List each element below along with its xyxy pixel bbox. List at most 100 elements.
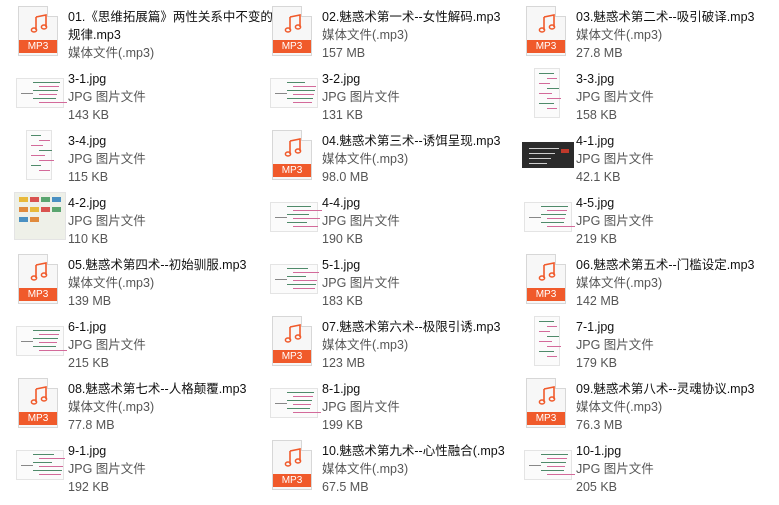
file-thumbnail — [268, 378, 321, 428]
mindmap-thumbnail — [270, 264, 319, 294]
file-thumbnail — [522, 68, 572, 118]
mp3-file-item[interactable]: MP3 08.魅惑术第七术--人格颠覆.mp3 媒体文件(.mp3) 77.8 MB — [14, 376, 268, 438]
file-thumbnail: MP3 — [522, 254, 572, 304]
jpg-file-item[interactable]: 3-2.jpg JPG 图片文件 131 KB — [268, 66, 522, 128]
file-thumbnail: MP3 — [14, 378, 64, 428]
file-size: 110 KB — [68, 232, 109, 246]
file-thumbnail — [522, 316, 572, 366]
file-type: JPG 图片文件 — [576, 214, 654, 228]
file-name: 05.魅惑术第四术--初始驯服.mp3 — [68, 258, 247, 272]
file-size: 142 MB — [576, 294, 620, 308]
file-name: 4-2.jpg — [68, 196, 107, 210]
music-note-icon — [538, 262, 556, 281]
file-thumbnail — [268, 192, 322, 242]
file-info: 09.魅惑术第八术--灵魂协议.mp3 媒体文件(.mp3) 76.3 MB — [576, 376, 755, 434]
jpg-file-item[interactable]: 10-1.jpg JPG 图片文件 205 KB — [522, 438, 776, 500]
jpg-file-item[interactable]: 4-1.jpg JPG 图片文件 42.1 KB — [522, 128, 776, 190]
music-note-icon — [284, 14, 302, 33]
file-name: 3-2.jpg — [322, 72, 361, 86]
music-note-icon — [30, 14, 48, 33]
mp3-badge: MP3 — [527, 40, 565, 53]
mp3-file-icon: MP3 — [272, 6, 312, 56]
jpg-file-item[interactable]: 5-1.jpg JPG 图片文件 183 KB — [268, 252, 522, 314]
file-info: 02.魅惑术第一术--女性解码.mp3 媒体文件(.mp3) 157 MB — [322, 4, 501, 62]
file-name: 03.魅惑术第二术--吸引破译.mp3 — [576, 10, 755, 24]
file-info: 5-1.jpg JPG 图片文件 183 KB — [322, 252, 400, 310]
jpg-file-item[interactable]: 7-1.jpg JPG 图片文件 179 KB — [522, 314, 776, 376]
file-info: 05.魅惑术第四术--初始驯服.mp3 媒体文件(.mp3) 139 MB — [68, 252, 247, 310]
mp3-file-item[interactable]: MP3 10.魅惑术第九术--心性融合(.mp3 媒体文件(.mp3) 67.5 MB — [268, 438, 522, 500]
file-type: JPG 图片文件 — [322, 90, 400, 104]
file-thumbnail — [268, 68, 318, 118]
mindmap-thumbnail — [270, 78, 318, 108]
file-type: 媒体文件(.mp3) — [322, 152, 409, 166]
file-info: 4-5.jpg JPG 图片文件 219 KB — [576, 190, 654, 248]
jpg-file-item[interactable]: 6-1.jpg JPG 图片文件 215 KB — [14, 314, 268, 376]
mp3-file-item[interactable]: MP3 02.魅惑术第一术--女性解码.mp3 媒体文件(.mp3) 157 MB — [268, 4, 522, 66]
mindmap-thumbnail — [534, 316, 561, 366]
file-info: 6-1.jpg JPG 图片文件 215 KB — [68, 314, 146, 372]
file-info: 01.《思维拓展篇》两性关系中不变的规律.mp3 媒体文件(.mp3) — [68, 4, 278, 62]
file-type: JPG 图片文件 — [322, 276, 400, 290]
music-note-icon — [538, 386, 556, 405]
file-type: 媒体文件(.mp3) — [68, 46, 155, 60]
file-info: 4-1.jpg JPG 图片文件 42.1 KB — [576, 128, 654, 186]
mp3-badge: MP3 — [273, 40, 311, 53]
file-name: 8-1.jpg — [322, 382, 361, 396]
file-type: 媒体文件(.mp3) — [322, 28, 409, 42]
file-type: JPG 图片文件 — [68, 152, 146, 166]
file-size: 77.8 MB — [68, 418, 115, 432]
mindmap-thumbnail — [26, 130, 54, 180]
file-type: 媒体文件(.mp3) — [322, 462, 409, 476]
file-size: 219 KB — [576, 232, 618, 246]
file-name: 04.魅惑术第三术--诱饵呈现.mp3 — [322, 134, 501, 148]
file-name: 09.魅惑术第八术--灵魂协议.mp3 — [576, 382, 755, 396]
file-size: 27.8 MB — [576, 46, 623, 60]
file-info: 4-4.jpg JPG 图片文件 190 KB — [322, 190, 400, 248]
file-type: 媒体文件(.mp3) — [576, 276, 663, 290]
jpg-file-item[interactable]: 9-1.jpg JPG 图片文件 192 KB — [14, 438, 268, 500]
file-type: JPG 图片文件 — [576, 338, 654, 352]
file-info: 3-4.jpg JPG 图片文件 115 KB — [68, 128, 146, 186]
file-thumbnail: MP3 — [14, 254, 64, 304]
music-note-icon — [30, 386, 48, 405]
file-info: 03.魅惑术第二术--吸引破译.mp3 媒体文件(.mp3) 27.8 MB — [576, 4, 755, 62]
mindmap-thumbnail — [270, 388, 321, 418]
mp3-file-item[interactable]: MP3 03.魅惑术第二术--吸引破译.mp3 媒体文件(.mp3) 27.8 MB — [522, 4, 776, 66]
file-size: 67.5 MB — [322, 480, 369, 494]
jpg-file-item[interactable]: 4-4.jpg JPG 图片文件 190 KB — [268, 190, 522, 252]
file-size: 183 KB — [322, 294, 364, 308]
mp3-file-icon: MP3 — [272, 130, 312, 180]
file-size: 42.1 KB — [576, 170, 621, 184]
mp3-file-item[interactable]: MP3 05.魅惑术第四术--初始驯服.mp3 媒体文件(.mp3) 139 MB — [14, 252, 268, 314]
music-note-icon — [538, 14, 556, 33]
file-size: 139 MB — [68, 294, 112, 308]
jpg-file-item[interactable]: 3-1.jpg JPG 图片文件 143 KB — [14, 66, 268, 128]
file-type: JPG 图片文件 — [68, 90, 146, 104]
jpg-file-item[interactable]: 4-2.jpg JPG 图片文件 110 KB — [14, 190, 268, 252]
mp3-file-item[interactable]: MP3 01.《思维拓展篇》两性关系中不变的规律.mp3 媒体文件(.mp3) — [14, 4, 273, 66]
mp3-file-icon: MP3 — [18, 6, 58, 56]
jpg-file-item[interactable]: 3-4.jpg JPG 图片文件 115 KB — [14, 128, 268, 190]
mp3-file-item[interactable]: MP3 07.魅惑术第六术--极限引诱.mp3 媒体文件(.mp3) 123 MB — [268, 314, 522, 376]
jpg-file-item[interactable]: 4-5.jpg JPG 图片文件 219 KB — [522, 190, 776, 252]
file-size: 205 KB — [576, 480, 618, 494]
file-name: 10.魅惑术第九术--心性融合(.mp3 — [322, 444, 505, 458]
file-name: 4-5.jpg — [576, 196, 615, 210]
file-type: JPG 图片文件 — [576, 152, 654, 166]
file-thumbnail: MP3 — [268, 130, 318, 180]
file-info: 08.魅惑术第七术--人格颠覆.mp3 媒体文件(.mp3) 77.8 MB — [68, 376, 247, 434]
mp3-badge: MP3 — [273, 350, 311, 363]
file-info: 8-1.jpg JPG 图片文件 199 KB — [322, 376, 400, 434]
mp3-badge: MP3 — [273, 164, 311, 177]
file-thumbnail — [522, 130, 574, 180]
file-type: JPG 图片文件 — [576, 462, 654, 476]
mp3-file-item[interactable]: MP3 06.魅惑术第五术--门槛设定.mp3 媒体文件(.mp3) 142 MB — [522, 252, 776, 314]
file-name: 7-1.jpg — [576, 320, 615, 334]
music-note-icon — [284, 324, 302, 343]
file-name: 10-1.jpg — [576, 444, 622, 458]
jpg-file-item[interactable]: 3-3.jpg JPG 图片文件 158 KB — [522, 66, 776, 128]
mp3-file-item[interactable]: MP3 04.魅惑术第三术--诱饵呈现.mp3 媒体文件(.mp3) 98.0 MB — [268, 128, 522, 190]
mp3-file-item[interactable]: MP3 09.魅惑术第八术--灵魂协议.mp3 媒体文件(.mp3) 76.3 MB — [522, 376, 776, 438]
jpg-file-item[interactable]: 8-1.jpg JPG 图片文件 199 KB — [268, 376, 522, 438]
